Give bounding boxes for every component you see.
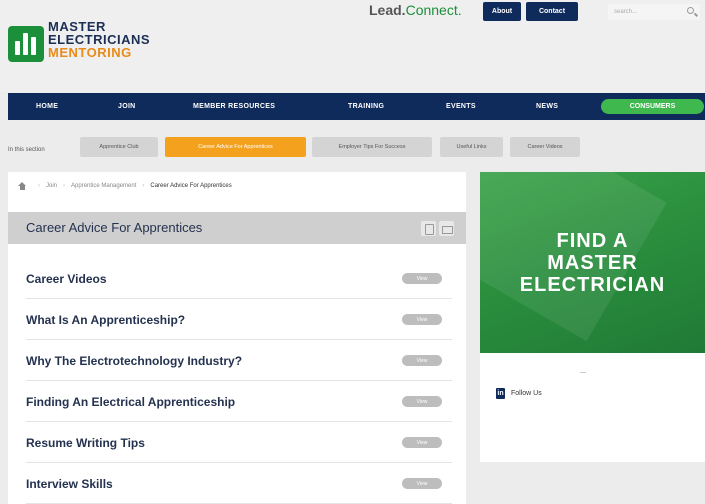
leadconnect-connect: Connect. [405, 2, 462, 18]
list-item[interactable]: Interview Skills View [26, 463, 452, 504]
list-item[interactable]: Career Videos View [26, 258, 452, 299]
find-electrician-banner[interactable]: FIND A MASTER ELECTRICIAN [480, 172, 705, 353]
nav-member-resources[interactable]: MEMBER RESOURCES [193, 93, 275, 120]
list-item-label[interactable]: Finding An Electrical Apprenticeship [26, 395, 235, 409]
nav-events[interactable]: EVENTS [446, 93, 476, 120]
contact-button[interactable]: Contact [526, 2, 578, 21]
banner-line-3: ELECTRICIAN [519, 274, 666, 296]
share-icon[interactable] [421, 221, 436, 236]
banner-line-2: MASTER [547, 252, 638, 274]
list-item[interactable]: What Is An Apprenticeship? View [26, 299, 452, 340]
page-title: Career Advice For Apprentices [26, 220, 203, 235]
nav-home[interactable]: HOME [36, 93, 58, 120]
view-button[interactable]: View [402, 437, 442, 448]
breadcrumb: › Join › Apprentice Management › Career … [18, 182, 232, 190]
leadconnect-logo: Lead.Connect. [369, 2, 462, 18]
nav-training[interactable]: TRAINING [348, 93, 384, 120]
sidebar: FIND A MASTER ELECTRICIAN in Follow Us [480, 172, 705, 462]
logo-line-3: MENTORING [48, 45, 132, 60]
tab-career-advice[interactable]: Career Advice For Apprentices [165, 137, 306, 157]
follow-us-label[interactable]: Follow Us [511, 390, 542, 397]
breadcrumb-separator: › [38, 183, 40, 189]
list-item[interactable]: Finding An Electrical Apprenticeship Vie… [26, 381, 452, 422]
list-item-label[interactable]: Resume Writing Tips [26, 436, 145, 450]
site-header: MASTER ELECTRICIANS MENTORING Lead.Conne… [0, 0, 705, 92]
page-title-bar: Career Advice For Apprentices [8, 212, 466, 244]
breadcrumb-join[interactable]: Join [46, 183, 57, 189]
linkedin-icon[interactable]: in [496, 388, 505, 399]
print-icon[interactable] [439, 221, 454, 236]
about-button[interactable]: About [483, 2, 521, 21]
breadcrumb-separator: › [63, 183, 66, 189]
nav-consumers-button[interactable]: CONSUMERS [601, 99, 704, 114]
section-label: In this section [8, 147, 45, 153]
list-item[interactable]: Why The Electrotechnology Industry? View [26, 340, 452, 381]
nav-join[interactable]: JOIN [118, 93, 136, 120]
search-input[interactable]: search... [608, 4, 700, 20]
list-item[interactable]: Resume Writing Tips View [26, 422, 452, 463]
main-content: › Join › Apprentice Management › Career … [8, 172, 466, 504]
tab-career-videos[interactable]: Career Videos [510, 137, 580, 157]
site-logo[interactable]: MASTER ELECTRICIANS MENTORING [8, 20, 150, 62]
list-item-label[interactable]: Interview Skills [26, 477, 113, 491]
list-item-label[interactable]: What Is An Apprenticeship? [26, 313, 185, 327]
view-button[interactable]: View [402, 478, 442, 489]
home-icon[interactable] [18, 182, 26, 190]
breadcrumb-apprentice-management[interactable]: Apprentice Management [71, 183, 136, 189]
view-button[interactable]: View [402, 314, 442, 325]
leadconnect-lead: Lead. [369, 2, 406, 18]
nav-news[interactable]: NEWS [536, 93, 558, 120]
divider [580, 372, 586, 373]
search-placeholder: search... [614, 9, 638, 15]
tab-employer-tips[interactable]: Employer Tips For Success [312, 137, 432, 157]
list-item-label[interactable]: Career Videos [26, 272, 107, 286]
view-button[interactable]: View [402, 355, 442, 366]
article-list: Career Videos View What Is An Apprentice… [26, 258, 452, 504]
follow-us-link[interactable]: in Follow Us [496, 388, 542, 399]
tab-useful-links[interactable]: Useful Links [440, 137, 503, 157]
view-button[interactable]: View [402, 273, 442, 284]
tab-apprentice-club[interactable]: Apprentice Club [80, 137, 158, 157]
view-button[interactable]: View [402, 396, 442, 407]
banner-text: FIND A MASTER ELECTRICIAN [480, 230, 705, 296]
banner-line-1: FIND A [556, 230, 629, 252]
list-item-label[interactable]: Why The Electrotechnology Industry? [26, 354, 242, 368]
search-icon[interactable] [687, 7, 694, 14]
logo-text: MASTER ELECTRICIANS MENTORING [48, 20, 150, 59]
breadcrumb-current: Career Advice For Apprentices [150, 183, 232, 189]
breadcrumb-separator: › [142, 183, 145, 189]
main-nav: HOME JOIN MEMBER RESOURCES TRAINING EVEN… [8, 93, 705, 120]
logo-icon [8, 26, 44, 62]
